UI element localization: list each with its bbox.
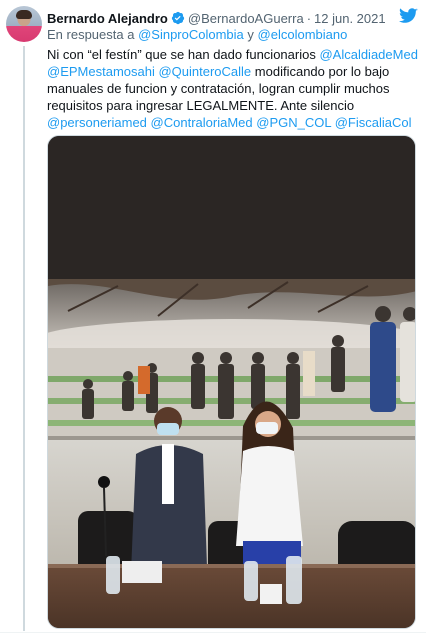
tweet-text: Ni con “el festín” que se han dado funci… xyxy=(47,46,419,131)
reply-context: En respuesta a @SinproColombia y @elcolo… xyxy=(47,27,347,42)
thread-line xyxy=(23,46,25,631)
tweet-media[interactable] xyxy=(47,135,416,629)
tweet-date[interactable]: 12 jun. 2021 xyxy=(314,11,386,26)
mention-pgn-col[interactable]: @PGN_COL xyxy=(256,115,331,130)
separator-dot: · xyxy=(306,10,312,26)
mention-quinterocalle[interactable]: @QuinteroCalle xyxy=(158,64,251,79)
text-segment: Ni con “el festín” que se han dado funci… xyxy=(47,47,320,62)
mention-alcaldiademed[interactable]: @AlcaldiadeMed xyxy=(319,47,417,62)
mention-personeriamed[interactable]: @personeriamed xyxy=(47,115,147,130)
author-name[interactable]: Bernardo Alejandro xyxy=(47,11,168,26)
twitter-bird-icon[interactable] xyxy=(399,8,418,24)
mention-fiscaliacol[interactable]: @FiscaliaCol xyxy=(335,115,412,130)
tweet-header: Bernardo Alejandro @BernardoAGuerra · 12… xyxy=(47,9,386,27)
mention-epmestamosahi[interactable]: @EPMestamosahi xyxy=(47,64,155,79)
reply-mention-elcolombiano[interactable]: @elcolombiano xyxy=(258,27,348,42)
author-handle[interactable]: @BernardoAGuerra xyxy=(188,11,304,26)
reply-mention-sinprocolombia[interactable]: @SinproColombia xyxy=(138,27,244,42)
verified-badge-icon xyxy=(171,11,184,25)
reply-prefix: En respuesta a xyxy=(47,27,135,42)
event-photo xyxy=(48,136,415,628)
avatar[interactable] xyxy=(6,6,42,42)
tweet[interactable]: Bernardo Alejandro @BernardoAGuerra · 12… xyxy=(0,0,426,633)
mention-contraloriamed[interactable]: @ContraloriaMed xyxy=(151,115,253,130)
reply-and: y xyxy=(247,27,254,42)
